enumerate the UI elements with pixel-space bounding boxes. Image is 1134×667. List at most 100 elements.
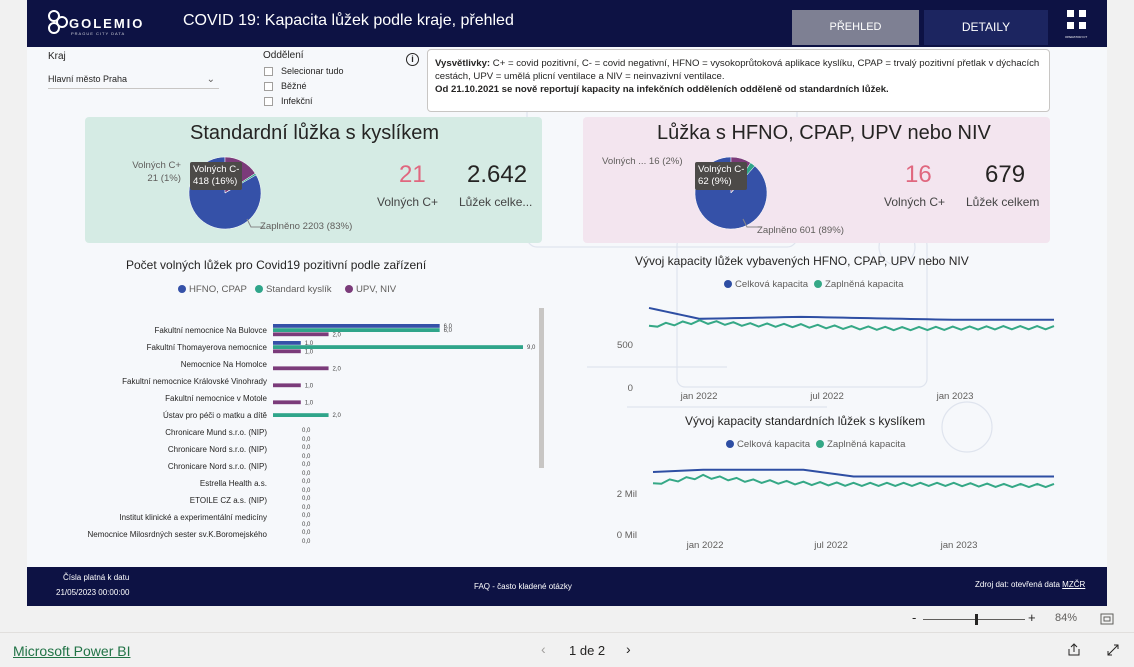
checkbox-box[interactable] (264, 97, 273, 106)
kpi-total-beds-label: Lůžek celkem (966, 195, 1040, 209)
kpi-total-beds: 2.642 (467, 161, 528, 188)
info-icon[interactable]: i (406, 53, 419, 66)
bar-chart[interactable]: 6,06,02,01,09,01,02,01,01,02,00,00,00,00… (267, 315, 537, 545)
filter-oddeleni-label: Oddělení (263, 50, 304, 61)
oict-logo: OPERATOR ICT (1065, 8, 1091, 40)
bar-data-label: 2,0 (333, 366, 342, 372)
bar-data-label: 0,0 (302, 513, 311, 519)
checkbox-infekcni[interactable]: Infekční (264, 96, 384, 109)
kraj-dropdown[interactable]: Hlavní město Praha ⌄ (48, 70, 219, 89)
report-footer: Čísla platná k datu 21/05/2023 00:00:00 … (27, 567, 1107, 606)
bar-hfno-cpap[interactable] (273, 324, 440, 328)
line-chart-hfno[interactable]: 0 500 jan 2022 jul 2022 jan 2023 (587, 295, 1057, 405)
bar-chart-scrollbar[interactable] (539, 308, 544, 468)
checkbox-box[interactable] (264, 82, 273, 91)
page-indicator: 1 de 2 (569, 643, 606, 658)
bar-data-label: 1,0 (305, 383, 314, 389)
bar-upv-niv[interactable] (273, 366, 329, 371)
bar-data-label: 0,0 (302, 496, 311, 502)
report-canvas: GOLEMIO PRAGUE CITY DATA COVID 19: Kapac… (27, 0, 1107, 606)
filter-kraj-label: Kraj (48, 51, 66, 62)
checkbox-box[interactable] (264, 67, 273, 76)
fullscreen-icon[interactable] (1106, 643, 1120, 657)
tooltip-line: Volných C- (698, 164, 745, 175)
pie-tooltip: Volných C- 418 (16%) (190, 162, 243, 190)
legend-hfno[interactable]: HFNO, CPAP (178, 284, 247, 295)
bar-category-label: ETOILE CZ a.s. (NIP) (189, 496, 267, 505)
data-source: Zdroj dat: otevřená data MZČR (975, 580, 1085, 589)
bar-category-label: Fakultní nemocnice Královské Vinohrady (122, 377, 267, 386)
legend-upv[interactable]: UPV, NIV (345, 284, 396, 295)
date-label: Čísla platná k datu (63, 573, 130, 582)
bar-standard-kysl-k[interactable] (273, 413, 329, 417)
bar-data-label: 0,0 (302, 445, 311, 451)
share-icon[interactable] (1067, 643, 1081, 657)
line-chart-hfno-title: Vývoj kapacity lůžek vybavených HFNO, CP… (635, 254, 969, 268)
zoom-in-button[interactable]: + (1028, 610, 1036, 625)
legend-label: Zaplněná kapacita (827, 439, 906, 450)
bar-category-label: Fakultní nemocnice Na Bulovce (154, 326, 268, 335)
bar-upv-niv[interactable] (273, 383, 301, 388)
prev-page-icon[interactable]: ‹ (541, 641, 546, 657)
tooltip-line: 418 (16%) (193, 176, 238, 187)
tab-detaily[interactable]: DETAILY (924, 10, 1048, 45)
x-tick-label: jan 2022 (686, 540, 724, 551)
bar-data-label: 0,0 (302, 437, 311, 443)
bar-upv-niv[interactable] (273, 400, 301, 405)
bar-upv-niv[interactable] (273, 332, 329, 337)
legend-dot (726, 440, 734, 448)
chevron-down-icon: ⌄ (206, 74, 215, 85)
zoom-slider-thumb[interactable] (974, 614, 978, 625)
checkbox-select-all[interactable]: Selecionar tudo (264, 66, 384, 79)
x-tick-label: jul 2022 (813, 540, 848, 551)
legend-zaplnena[interactable]: Zaplněná kapacita (814, 279, 903, 290)
legend-label: Zaplněná kapacita (825, 279, 904, 290)
kpi-free-cplus: 21 (399, 161, 426, 188)
bar-category-label: Ústav pro péči o matku a dítě (162, 411, 267, 420)
tab-prehled[interactable]: PŘEHLED (792, 10, 919, 45)
pie-label-occupied: Zaplněno 2203 (83%) (260, 221, 353, 232)
checkbox-label: Infekční (281, 96, 313, 106)
faq-link[interactable]: FAQ - často kladené otázky (474, 582, 572, 591)
line-chart-standard-title: Vývoj kapacity standardních lůžek s kysl… (685, 414, 926, 428)
next-page-icon[interactable]: › (626, 641, 631, 657)
legend-standard[interactable]: Standard kyslík (255, 284, 332, 295)
bar-data-label: 6,0 (444, 328, 453, 334)
power-bi-link[interactable]: Microsoft Power BI (13, 643, 130, 659)
zoom-bar: - + 84% (0, 606, 1134, 632)
explanation-prefix: Vysvětlivky: (435, 58, 491, 69)
bar-category-label: Chronicare Nord s.r.o. (NIP) (167, 462, 267, 471)
zoom-out-button[interactable]: - (912, 610, 916, 625)
bar-data-label: 2,0 (333, 413, 342, 419)
line-celkov-kapacita[interactable] (652, 468, 1054, 478)
y-tick-label: 0 Mil (617, 530, 637, 541)
x-tick-label: jan 2023 (936, 391, 974, 402)
kpi-free-cplus: 16 (905, 161, 932, 188)
legend-dot (255, 285, 263, 293)
legend-celkova[interactable]: Celková kapacita (724, 279, 808, 290)
line-zapln-n-kapacita[interactable] (648, 319, 1055, 332)
date-value: 21/05/2023 00:00:00 (56, 588, 130, 597)
legend-celkova[interactable]: Celková kapacita (726, 439, 810, 450)
bar-standard-kysl-k[interactable] (273, 328, 440, 332)
data-source-link[interactable]: MZČR (1062, 580, 1085, 589)
pie-label-cplus: Volných ... 16 (2%) (602, 156, 683, 167)
logo-text: GOLEMIO (69, 16, 145, 31)
bar-upv-niv[interactable] (273, 349, 301, 354)
bar-data-label: 0,0 (302, 462, 311, 468)
fit-to-page-icon[interactable] (1100, 613, 1114, 625)
legend-label: HFNO, CPAP (189, 284, 247, 295)
bar-data-label: 0,0 (302, 488, 311, 494)
bar-data-label: 0,0 (302, 530, 311, 536)
card-title: Lůžka s HFNO, CPAP, UPV nebo NIV (657, 122, 991, 144)
legend-zaplnena[interactable]: Zaplněná kapacita (816, 439, 905, 450)
golemio-logo: GOLEMIO PRAGUE CITY DATA (47, 9, 142, 39)
line-chart-standard[interactable]: 0 Mil 2 Mil jan 2022 jul 2022 jan 2023 (587, 455, 1057, 555)
bar-data-label: 0,0 (302, 505, 311, 511)
x-tick-label: jul 2022 (809, 391, 844, 402)
line-celkov-kapacita[interactable] (648, 306, 1054, 321)
bar-data-label: 1,0 (305, 400, 314, 406)
card-hfno-beds: Lůžka s HFNO, CPAP, UPV nebo NIV Volných… (583, 117, 1050, 243)
checkbox-bezne[interactable]: Běžné (264, 81, 384, 94)
bar-hfno-cpap[interactable] (273, 341, 301, 345)
